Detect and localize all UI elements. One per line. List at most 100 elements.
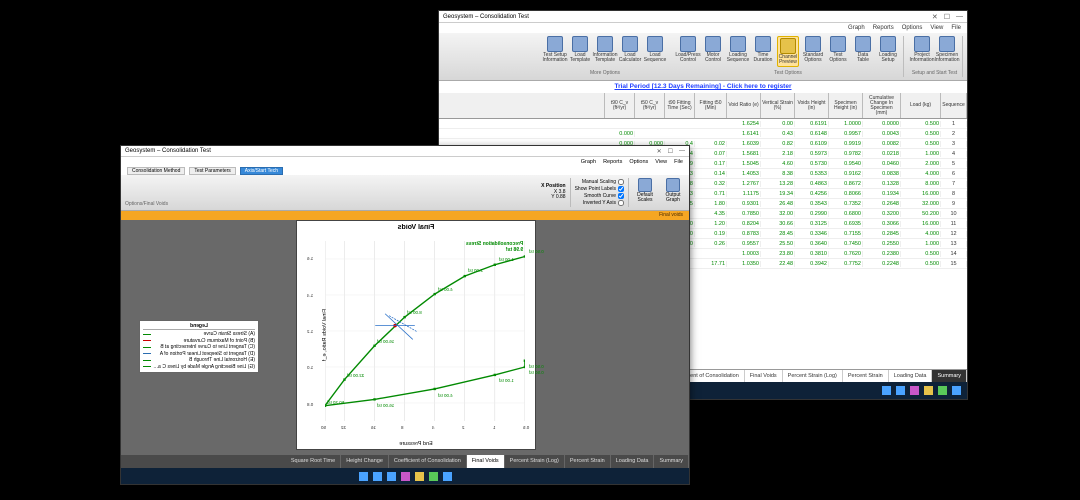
ribbon-button[interactable]: Information Template	[594, 36, 616, 63]
ribbon-checkbox[interactable]: Inverted Y Axis	[575, 200, 624, 206]
ribbon-icon	[755, 36, 771, 52]
minimise-icon[interactable]: —	[679, 148, 685, 155]
menu-item[interactable]: File	[951, 25, 961, 31]
context-tab[interactable]: Test Parameters	[189, 167, 235, 175]
column-header[interactable]: Specimen Height (in)	[829, 93, 863, 118]
tab[interactable]: Height Change	[341, 455, 389, 468]
trial-link[interactable]: Trial Period [12.3 Days Remaining] - Cli…	[439, 81, 967, 93]
column-header[interactable]: t50 C_v (ft²/yr)	[635, 93, 665, 118]
ribbon-button[interactable]: Load/Press Control	[677, 36, 699, 67]
legend: Legend (A) Stress Strain Curve(B) Point …	[139, 320, 259, 373]
menu-item[interactable]: View	[930, 25, 943, 31]
close-icon[interactable]: ✕	[657, 148, 662, 155]
taskbar-icon[interactable]	[938, 386, 947, 395]
table-row[interactable]: 10.5000.00001.00000.61910.001.6254	[439, 119, 967, 129]
tab[interactable]: Loading Data	[889, 370, 933, 382]
ribbon-button[interactable]: Load Sequence	[644, 36, 666, 63]
ribbon-button[interactable]: Standard Options	[802, 36, 824, 67]
ribbon-button[interactable]: Loading Setup	[877, 36, 899, 67]
taskbar-icon[interactable]	[910, 386, 919, 395]
taskbar-icon[interactable]	[359, 472, 368, 481]
tab[interactable]: Square Root Time	[286, 455, 341, 468]
column-header[interactable]: Load (kg)	[901, 93, 941, 118]
ribbon-icon	[939, 36, 955, 52]
tab[interactable]: Final Voids	[467, 455, 505, 468]
plot-svg	[325, 241, 525, 421]
final-voids-chart: Final Voids Final Voids Ratio, e_f End P…	[296, 220, 536, 450]
taskbar-icon[interactable]	[429, 472, 438, 481]
taskbar-icon[interactable]	[387, 472, 396, 481]
menu-item[interactable]: Options	[629, 159, 648, 165]
taskbar-icon[interactable]	[896, 386, 905, 395]
ribbon-button[interactable]: Channel Preview	[777, 36, 799, 67]
win1-titlebar: — ☐ ✕ Geosystem – Consolidation Test	[439, 11, 967, 23]
ribbon-button[interactable]: Load Template	[569, 36, 591, 63]
tab[interactable]: Percent Strain (Log)	[783, 370, 843, 382]
ribbon-button[interactable]: Load Calculator	[619, 36, 641, 63]
output-graph-button[interactable]: Output Graph	[661, 178, 685, 207]
menu-item[interactable]: Reports	[873, 25, 894, 31]
win1-ribbon: Specimen InformationProject Information S…	[439, 33, 967, 81]
graph-icon	[666, 178, 680, 192]
default-scales-button[interactable]: Default Scales	[633, 178, 657, 207]
ribbon-button[interactable]: Motor Control	[702, 36, 724, 67]
win1-title: Geosystem – Consolidation Test	[443, 14, 529, 20]
column-header[interactable]: t90 Fitting Time (Sec)	[665, 93, 695, 118]
menu-item[interactable]: View	[655, 159, 667, 165]
taskbar-icon[interactable]	[952, 386, 961, 395]
x-axis-label: End Pressure	[297, 441, 535, 447]
close-icon[interactable]: ✕	[932, 13, 938, 21]
menu-item[interactable]: Graph	[581, 159, 596, 165]
ribbon-button[interactable]: Project Information	[911, 36, 933, 63]
tab[interactable]: Final Voids	[745, 370, 783, 382]
ribbon-button[interactable]: Test Setup Information	[544, 36, 566, 63]
column-header[interactable]: Fitting t50 (Min)	[695, 93, 727, 118]
context-tab[interactable]: Consolidation Method	[127, 167, 185, 175]
legend-item: (B) Point of Maximum Curvature	[143, 338, 255, 344]
taskbar-icon[interactable]	[401, 472, 410, 481]
taskbar-icon[interactable]	[443, 472, 452, 481]
maximise-icon[interactable]: ☐	[668, 148, 673, 155]
ribbon-button[interactable]: Specimen Information	[936, 36, 958, 63]
ribbon-button[interactable]: Test Options	[827, 36, 849, 67]
column-header[interactable]: Sequence	[941, 93, 967, 118]
table-row[interactable]: 20.5000.00430.99570.61480.431.61410.000	[439, 129, 967, 139]
tab[interactable]: Summary	[932, 370, 967, 382]
column-header[interactable]: Cumulative Change In Specimen (mm)	[863, 93, 901, 118]
column-header[interactable]: Void Ratio (e)	[727, 93, 761, 118]
ribbon-button[interactable]: Loading Sequence	[727, 36, 749, 67]
minimise-icon[interactable]: —	[956, 13, 963, 21]
context-tab[interactable]: Axis/Start Tech	[240, 167, 283, 175]
tab[interactable]: Percent Strain	[843, 370, 889, 382]
menu-item[interactable]: Graph	[848, 25, 865, 31]
tab[interactable]: Loading Data	[611, 455, 655, 468]
taskbar-icon[interactable]	[924, 386, 933, 395]
tab[interactable]: Coefficient of Consolidation	[389, 455, 467, 468]
ribbon-button[interactable]: Time Duration	[752, 36, 774, 67]
tab[interactable]: Percent Strain	[565, 455, 611, 468]
taskbar-icon[interactable]	[882, 386, 891, 395]
ribbon-checkbox[interactable]: Smooth Curve	[575, 193, 624, 199]
ribbon-icon	[547, 36, 563, 52]
ribbon-icon	[780, 38, 796, 54]
win2-taskbar	[121, 468, 689, 484]
ribbon-checkboxes: Manual Scaling Show Point Labels Smooth …	[575, 178, 624, 207]
menu-item[interactable]: File	[674, 159, 683, 165]
graph-window: — ☐ ✕ Geosystem – Consolidation Test Fil…	[120, 145, 690, 485]
ribbon-checkbox[interactable]: Show Point Labels	[575, 186, 624, 192]
ribbon-icon	[805, 36, 821, 52]
menu-item[interactable]: Reports	[603, 159, 622, 165]
column-header[interactable]: Vertical Strain (%)	[761, 93, 795, 118]
menu-item[interactable]: Options	[902, 25, 923, 31]
tab[interactable]: Percent Strain (Log)	[505, 455, 565, 468]
tab[interactable]: Summary	[654, 455, 689, 468]
column-header[interactable]: t90 C_v (ft²/yr)	[605, 93, 635, 118]
column-header[interactable]	[577, 93, 605, 118]
taskbar-icon[interactable]	[373, 472, 382, 481]
ribbon-checkbox[interactable]: Manual Scaling	[575, 179, 624, 185]
maximise-icon[interactable]: ☐	[944, 13, 950, 21]
column-header[interactable]: Voids Height (in)	[795, 93, 829, 118]
taskbar-icon[interactable]	[415, 472, 424, 481]
cursor-position-readout: X Position X 3.8 Y 0.88	[541, 178, 565, 207]
ribbon-button[interactable]: Data Table	[852, 36, 874, 67]
